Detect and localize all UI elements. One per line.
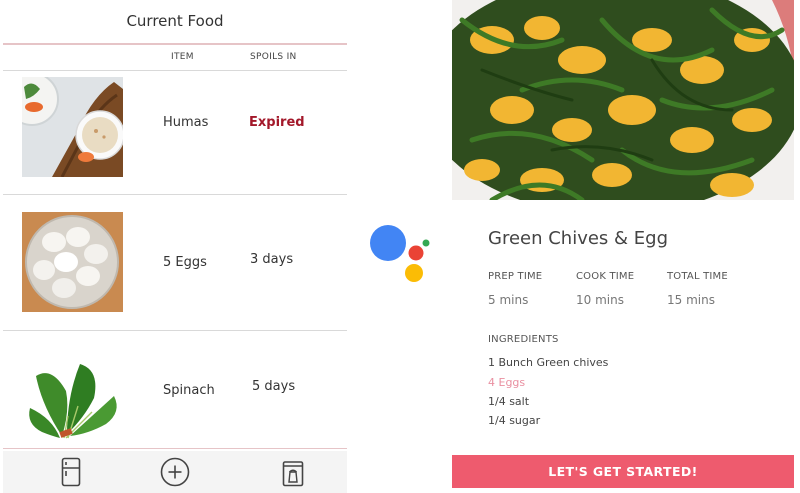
humas-image <box>22 77 123 177</box>
item-name: 5 Eggs <box>163 255 207 270</box>
trash-bin-icon[interactable] <box>282 459 304 491</box>
spoils-in-status: Expired <box>249 115 305 130</box>
spoils-in-status: 3 days <box>250 252 294 267</box>
item-name: Spinach <box>163 383 215 398</box>
recipe-title: Green Chives & Egg <box>488 228 669 249</box>
add-circle-icon[interactable] <box>160 457 190 491</box>
eggs-image <box>22 212 123 312</box>
fridge-icon[interactable] <box>61 457 81 491</box>
ingredient-item: 4 Eggs <box>488 376 526 389</box>
spoils-in-status: 5 days <box>252 379 296 394</box>
google-assistant-icon <box>360 215 440 295</box>
ingredient-item: 1/4 sugar <box>488 414 541 427</box>
ingredients-heading: INGREDIENTS <box>488 334 559 345</box>
prep-time-label: PREP TIME <box>488 271 543 282</box>
total-time-label: TOTAL TIME <box>667 271 728 282</box>
cook-time-label: COOK TIME <box>576 271 635 282</box>
prep-time-value: 5 mins <box>488 293 529 307</box>
column-header-item: ITEM <box>171 52 194 62</box>
spinach-image <box>22 346 123 446</box>
divider <box>3 194 347 195</box>
item-name: Humas <box>163 115 209 130</box>
ingredient-item: 1/4 salt <box>488 395 530 408</box>
recipe-image <box>452 0 794 208</box>
ingredient-item: 1 Bunch Green chives <box>488 356 609 369</box>
divider <box>3 448 347 449</box>
header-divider <box>3 43 347 45</box>
page-title: Current Food <box>126 12 224 30</box>
cook-time-value: 10 mins <box>576 293 624 307</box>
column-header-spoils-in: SPOILS IN <box>250 52 297 62</box>
get-started-button[interactable]: LET'S GET STARTED! <box>452 455 794 488</box>
food-list-panel: Current Food ITEM SPOILS IN Humas Expire… <box>0 0 350 493</box>
total-time-value: 15 mins <box>667 293 715 307</box>
recipe-panel: Green Chives & Egg PREP TIME COOK TIME T… <box>452 0 800 493</box>
divider <box>3 330 347 331</box>
divider <box>3 70 347 71</box>
